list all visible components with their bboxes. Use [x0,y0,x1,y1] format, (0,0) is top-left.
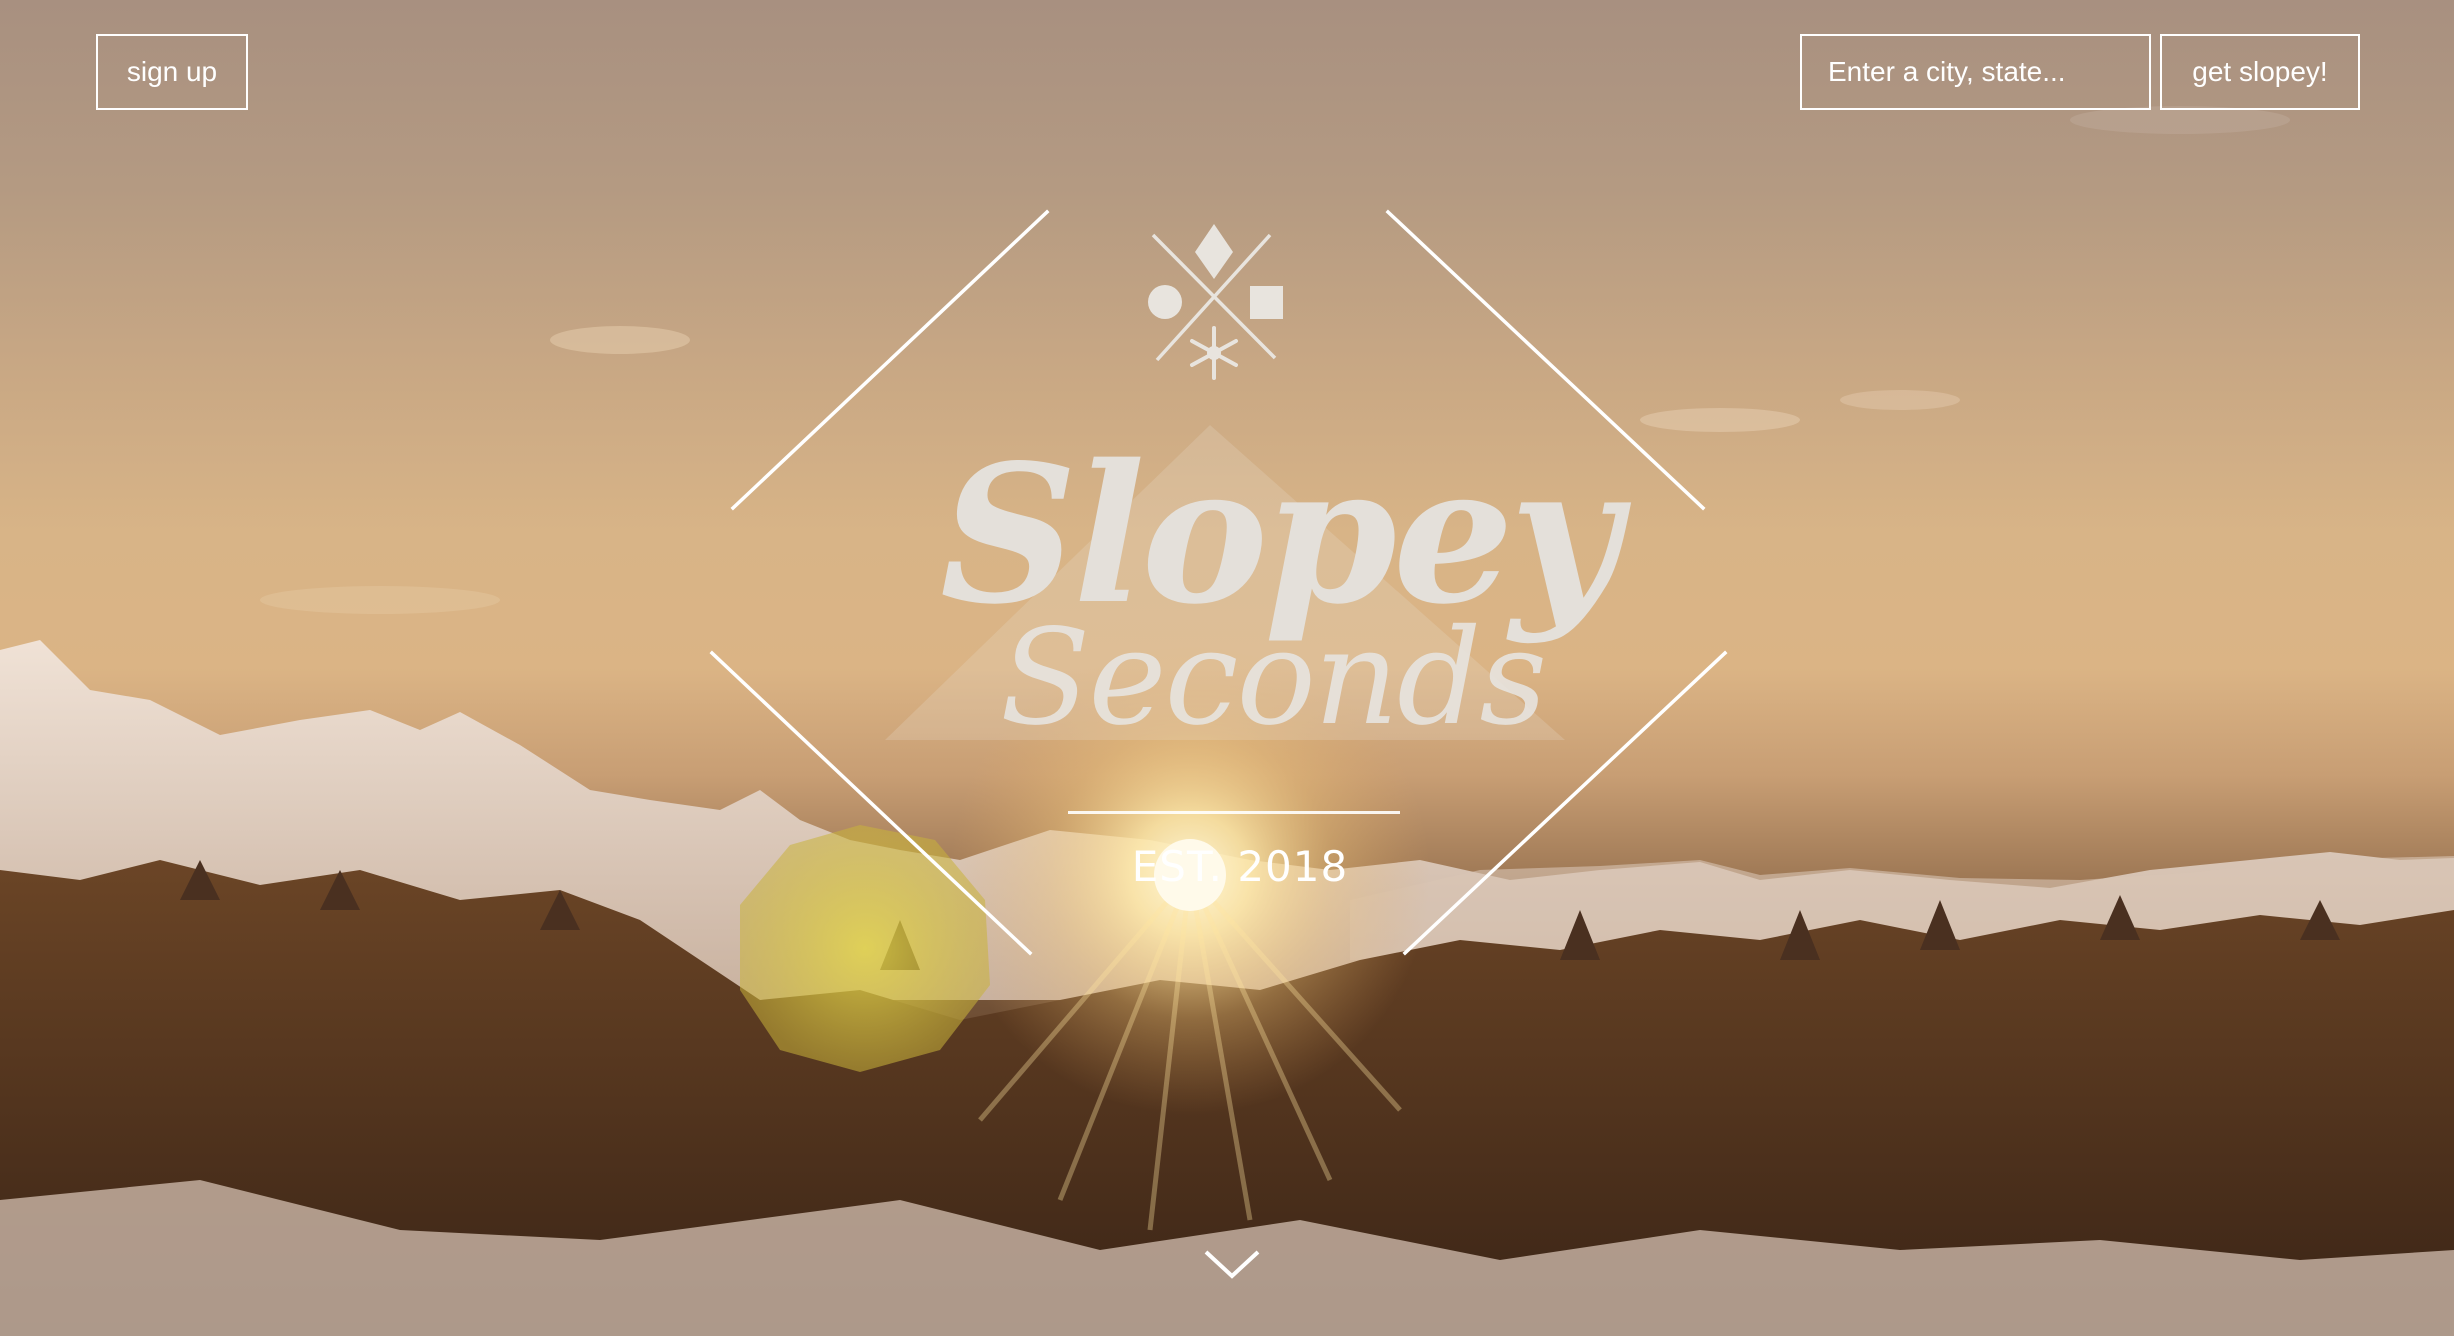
logo-divider [1068,811,1400,814]
get-slopey-button[interactable]: get slopey! [2160,34,2360,110]
chevron-down-icon[interactable] [1200,1244,1264,1284]
hero-section: sign up get slopey! Slopey Seconds EST. … [0,0,2454,1336]
city-search-input[interactable] [1800,34,2151,110]
sign-up-button[interactable]: sign up [96,34,248,110]
established-label: EST. 2018 [1131,842,1349,891]
brand-name-line2: Seconds [1000,601,1547,755]
